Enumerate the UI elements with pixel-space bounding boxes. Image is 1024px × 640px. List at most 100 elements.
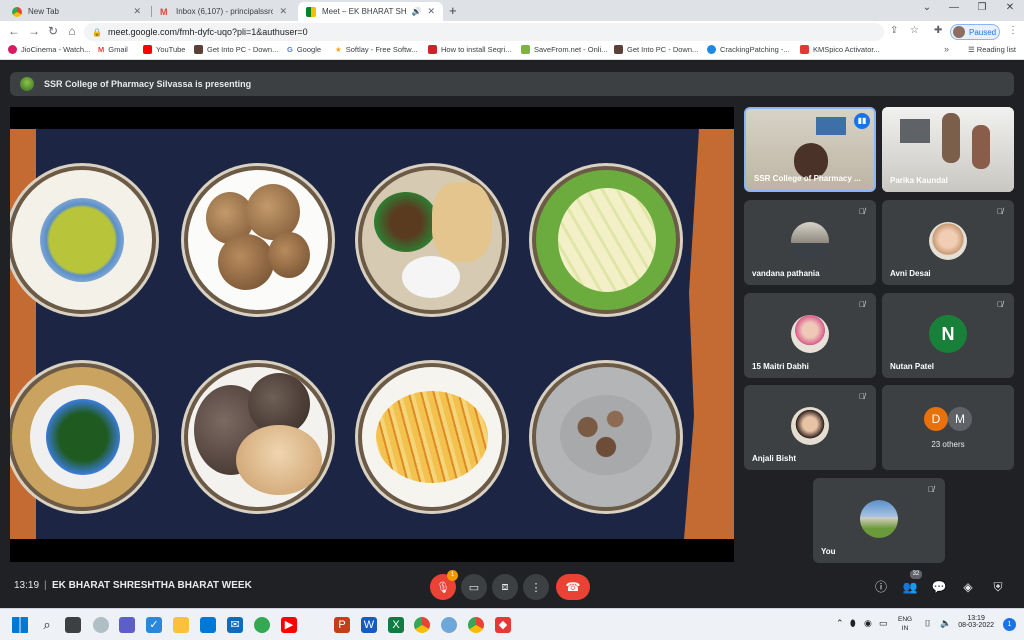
participant-tile-avni[interactable]: 🎙̸ Avni Desai: [882, 200, 1014, 285]
powerpoint-icon[interactable]: P: [334, 617, 350, 633]
extensions-icon[interactable]: ✚: [934, 25, 942, 36]
lock-icon[interactable]: 🔒: [92, 28, 102, 37]
word-icon[interactable]: W: [361, 617, 377, 633]
food-image-4: [532, 166, 680, 314]
participant-tile-nutan[interactable]: N 🎙̸ Nutan Patel: [882, 293, 1014, 378]
anydesk-icon[interactable]: ◆: [495, 617, 511, 633]
keyboard-icon[interactable]: ▭: [879, 618, 888, 629]
more-options-button[interactable]: ⋮: [523, 574, 549, 600]
home-button[interactable]: ⌂: [64, 24, 80, 38]
profile-button[interactable]: Paused: [950, 24, 1000, 40]
todo-icon[interactable]: ✓: [146, 617, 162, 633]
participant-name: Nutan Patel: [890, 362, 935, 371]
tab-new-tab[interactable]: New Tab ✕: [4, 2, 149, 21]
close-window-button[interactable]: ✕: [1001, 2, 1019, 13]
participant-tile-others[interactable]: D M 23 others: [882, 385, 1014, 470]
tab-search-icon[interactable]: ⌄: [918, 2, 936, 13]
chrome-icon[interactable]: [468, 617, 484, 633]
tray-icon[interactable]: ⬮: [850, 618, 856, 629]
host-controls-icon[interactable]: ⛨: [989, 578, 1007, 596]
participant-tile-maitri[interactable]: 🎙̸ 15 Maitri Dabhi: [744, 293, 876, 378]
windows-start-icon[interactable]: [12, 617, 28, 633]
bookmark-savefrom[interactable]: SaveFrom.net - Onli...: [521, 45, 607, 54]
language-code: ENG: [898, 616, 913, 623]
meeting-info-icon[interactable]: ⓘ: [872, 578, 890, 596]
share-icon[interactable]: ⇪: [890, 25, 898, 36]
minimize-button[interactable]: —: [945, 2, 963, 13]
bookmark-jiocinema[interactable]: JioCinema - Watch...: [8, 45, 90, 54]
task-view-icon[interactable]: [65, 617, 81, 633]
reading-list-icon: ☰: [967, 45, 977, 54]
participant-tile-ssr-college[interactable]: ▮▮ SSR College of Pharmacy ...: [744, 107, 876, 192]
bookmark-star-icon[interactable]: ☆: [910, 25, 919, 36]
bookmark-gmail[interactable]: M Gmail: [98, 45, 128, 54]
profile-status: Paused: [969, 27, 997, 37]
browser-menu-icon[interactable]: ⋮: [1008, 25, 1018, 36]
tab-title: Inbox (6,107) - principalssrcp@g: [176, 7, 274, 16]
chrome-icon[interactable]: [414, 617, 430, 633]
excel-icon[interactable]: X: [388, 617, 404, 633]
mail-icon[interactable]: ✉: [227, 617, 243, 633]
tab-meet[interactable]: Meet – EK BHARAT SHRESHT 🔊 ✕: [298, 2, 443, 21]
system-clock[interactable]: 13:19 08-03-2022: [958, 615, 994, 629]
food-image-6: [184, 363, 332, 511]
close-icon[interactable]: ✕: [427, 6, 435, 17]
close-icon[interactable]: ✕: [279, 6, 287, 17]
bookmark-kmspico[interactable]: KMSpico Activator...: [800, 45, 880, 54]
present-button[interactable]: ⧈: [492, 574, 518, 600]
teams-icon[interactable]: [119, 617, 135, 633]
reload-button[interactable]: ↻: [45, 24, 61, 38]
bookmark-softlay[interactable]: ★ Softlay - Free Softw...: [335, 45, 417, 54]
participant-tile-vandana[interactable]: 🎙̸ vandana pathania: [744, 200, 876, 285]
more-vert-icon: ⋮: [530, 581, 542, 594]
tab-title: Meet – EK BHARAT SHRESHT: [322, 7, 407, 16]
bookmark-getintopc[interactable]: Get Into PC - Down...: [194, 45, 278, 54]
presenting-text: SSR College of Pharmacy Silvassa is pres…: [44, 79, 252, 89]
bookmark-google[interactable]: G Google: [287, 45, 321, 54]
end-call-button[interactable]: ☎: [556, 574, 590, 600]
reading-list-button[interactable]: ☰ Reading list: [968, 45, 1016, 54]
new-tab-button[interactable]: +: [449, 3, 457, 18]
notification-badge[interactable]: 1: [1003, 618, 1016, 631]
search-icon[interactable]: ⌕: [39, 617, 55, 633]
presentation-stage[interactable]: [10, 107, 734, 562]
bookmark-youtube[interactable]: YouTube: [143, 45, 185, 54]
youtube-icon[interactable]: ▶: [281, 617, 297, 633]
participant-tile-parika[interactable]: 🎙̸ Parika Kaundal: [882, 107, 1014, 192]
bookmark-crackingpatching[interactable]: CrackingPatching -...: [707, 45, 790, 54]
close-icon[interactable]: ✕: [133, 6, 141, 17]
google-icon: G: [287, 45, 293, 54]
volume-icon[interactable]: 🔈: [940, 618, 951, 629]
language-indicator[interactable]: ENG IN: [898, 615, 912, 633]
tab-inbox[interactable]: M Inbox (6,107) - principalssrcp@g ✕: [152, 2, 295, 21]
food-image-7: [358, 363, 506, 511]
widgets-icon[interactable]: [93, 617, 109, 633]
edge-icon[interactable]: [254, 617, 270, 633]
seqrite-icon: [428, 45, 437, 54]
bookmarks-overflow-icon[interactable]: »: [944, 44, 949, 54]
tray-icon[interactable]: ◉: [864, 618, 872, 629]
region-code: IN: [901, 625, 909, 632]
camera-app-icon[interactable]: [441, 617, 457, 633]
forward-button[interactable]: →: [26, 24, 42, 38]
address-bar[interactable]: 🔒 meet.google.com/fmh-dyfc-uqo?pli=1&aut…: [84, 23, 884, 41]
people-icon[interactable]: 👥: [901, 578, 919, 596]
meeting-title: EK BHARAT SHRESHTHA BHARAT WEEK: [52, 580, 252, 591]
network-icon[interactable]: ⌷: [925, 618, 930, 629]
camera-toggle-button[interactable]: ▭: [461, 574, 487, 600]
participant-tile-you[interactable]: 🎙̸ You: [813, 478, 945, 563]
participant-name: vandana pathania: [752, 269, 820, 278]
bookmark-getintopc-2[interactable]: Get Into PC - Down...: [614, 45, 698, 54]
bookmark-seqrite[interactable]: How to install Seqri...: [428, 45, 511, 54]
bookmark-label: YouTube: [156, 45, 186, 54]
speaker-icon[interactable]: 🔊: [411, 7, 421, 16]
store-icon[interactable]: [200, 617, 216, 633]
browser-toolbar: ← → ↻ ⌂ 🔒 meet.google.com/fmh-dyfc-uqo?p…: [0, 21, 1024, 43]
file-explorer-icon[interactable]: [173, 617, 189, 633]
participant-tile-anjali[interactable]: 🎙̸ Anjali Bisht: [744, 385, 876, 470]
back-button[interactable]: ←: [6, 24, 22, 38]
restore-button[interactable]: ❐: [973, 2, 991, 13]
chevron-up-icon[interactable]: ⌃: [836, 618, 844, 629]
activities-icon[interactable]: ◈: [959, 578, 977, 596]
chat-icon[interactable]: 💬: [930, 578, 948, 596]
